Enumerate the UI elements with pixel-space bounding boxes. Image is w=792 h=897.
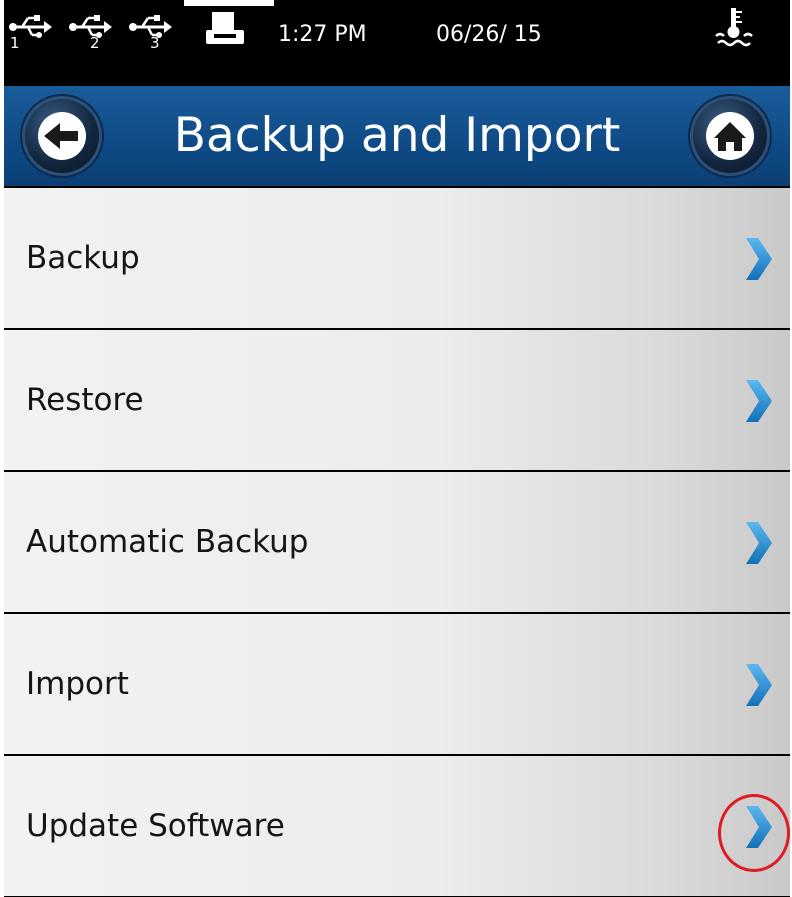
page-title: Backup and Import [173,108,621,163]
usb-port-3: 3 [128,14,172,52]
usb-port-number: 2 [90,34,100,52]
water-temperature-icon [715,8,753,47]
menu-item-label: Automatic Backup [26,524,309,560]
back-arrow-icon [38,112,86,160]
status-time: 1:27 PM [278,22,367,47]
usb-port-number: 1 [10,34,20,52]
title-bar: Backup and Import [4,86,790,186]
device-screen: 1 2 3 1:27 PM 06/26/ 15 Backup and Impor… [4,0,790,897]
usb-port-1: 1 [8,14,52,52]
usb-port-2: 2 [68,14,112,52]
menu-item-import[interactable]: Import [4,614,790,754]
chevron-right-icon [746,238,772,280]
menu-item-label: Restore [26,382,144,418]
home-button[interactable] [690,96,770,176]
usb-port-number: 3 [150,34,160,52]
back-button[interactable] [22,96,102,176]
chevron-right-icon [746,380,772,422]
menu-item-label: Import [26,666,129,702]
menu-item-label: Backup [26,240,140,276]
status-date: 06/26/ 15 [436,22,542,47]
printer-icon [206,12,244,44]
menu-item-update-software[interactable]: Update Software [4,756,790,896]
chevron-right-icon [746,522,772,564]
menu-item-backup[interactable]: Backup [4,188,790,328]
home-icon [706,112,754,160]
chevron-right-icon [746,664,772,706]
menu-list: Backup Restore Automatic Backup Import U… [4,186,790,897]
highlight-circle [718,794,790,872]
menu-item-restore[interactable]: Restore [4,330,790,470]
menu-item-automatic-backup[interactable]: Automatic Backup [4,472,790,612]
menu-item-label: Update Software [26,808,285,844]
status-bar: 1 2 3 1:27 PM 06/26/ 15 [4,0,790,86]
